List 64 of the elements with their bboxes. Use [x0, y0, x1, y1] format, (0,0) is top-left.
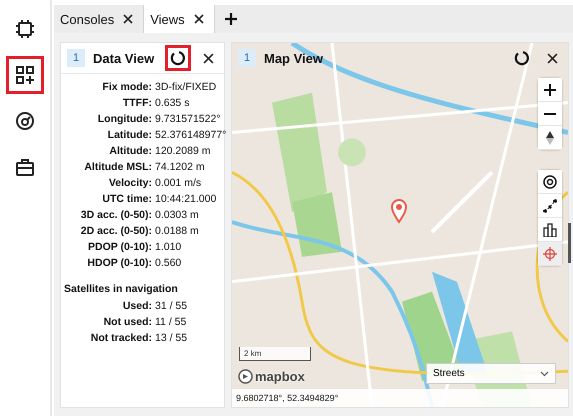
zoom-out-button[interactable] — [538, 102, 562, 126]
map-style-dropdown[interactable]: Streets — [426, 363, 556, 384]
scrollbar[interactable] — [568, 223, 571, 263]
field-label: Fix mode: — [101, 81, 152, 93]
close-icon[interactable] — [203, 52, 214, 64]
field-value: 9.731571522° — [155, 113, 222, 125]
refresh-icon[interactable] — [165, 45, 191, 71]
field-label: 2D acc. (0-50): — [80, 225, 152, 237]
target-icon — [543, 174, 557, 188]
coordinates-text: 9.6802718°, 52.3494829° — [232, 389, 568, 407]
field-value: 11 / 55 — [155, 316, 188, 328]
field-value: 0.635 s — [155, 97, 190, 109]
field-label: Not used: — [102, 316, 152, 328]
field-value: 1.010 — [155, 241, 182, 253]
compass-icon — [546, 130, 554, 144]
view-title: Map View — [264, 50, 324, 66]
route-icon — [543, 198, 557, 212]
compass-button[interactable] — [538, 126, 562, 150]
locate-button[interactable] — [538, 170, 562, 194]
field-value: 3D-fix/FIXED — [155, 81, 218, 93]
plus-icon — [544, 84, 556, 96]
crosshair-icon — [543, 246, 557, 260]
field-value: 10:44:21.000 — [155, 193, 218, 205]
route-button[interactable] — [538, 194, 562, 218]
field-value: 120.2089 m — [155, 145, 212, 157]
attribution: mapbox — [255, 369, 305, 384]
scale-bar: 2 km — [239, 347, 311, 361]
field-label: 3D acc. (0-50): — [80, 209, 152, 221]
view-title: Data View — [93, 50, 156, 66]
field-value: 0.001 m/s — [155, 177, 202, 189]
chevron-down-icon — [540, 370, 549, 376]
close-icon[interactable] — [547, 52, 558, 64]
field-value: 52.376148977° — [155, 129, 226, 141]
field-value: 74.1202 m — [155, 161, 206, 173]
field-label: Not tracked: — [90, 332, 152, 344]
location-pin-icon — [390, 198, 408, 224]
add-tab-icon[interactable] — [224, 13, 237, 25]
field-label: Latitude: — [106, 129, 152, 141]
field-label: HDOP (0-10): — [86, 257, 152, 269]
view-index-badge: 1 — [238, 49, 256, 67]
mapbox-logo-icon — [238, 369, 253, 384]
field-label: TTFF: — [122, 97, 152, 109]
close-icon[interactable] — [194, 14, 204, 24]
field-value: 0.560 — [155, 257, 182, 269]
field-label: Velocity: — [108, 177, 152, 189]
tab[interactable]: Views — [144, 5, 215, 33]
field-value: 13 / 55 — [155, 332, 188, 344]
field-label: Altitude MSL: — [83, 161, 152, 173]
buildings-icon — [543, 222, 557, 236]
field-value: 0.0188 m — [155, 225, 200, 237]
field-label: UTC time: — [101, 193, 152, 205]
field-label: Used: — [122, 300, 152, 312]
add-widget-icon[interactable] — [6, 56, 44, 94]
buildings-button[interactable] — [538, 218, 562, 242]
zoom-in-button[interactable] — [538, 78, 562, 102]
close-icon[interactable] — [123, 14, 134, 24]
section-heading: Satellites in navigation — [63, 282, 179, 295]
field-label: Altitude: — [108, 145, 152, 157]
view-index-badge: 1 — [67, 49, 85, 67]
field-value: 0.0303 m — [155, 209, 200, 221]
field-label: Longitude: — [96, 113, 152, 125]
field-label: PDOP (0-10): — [87, 241, 152, 253]
field-value: 31 / 55 — [155, 300, 188, 312]
crosshair-button[interactable] — [538, 242, 562, 266]
